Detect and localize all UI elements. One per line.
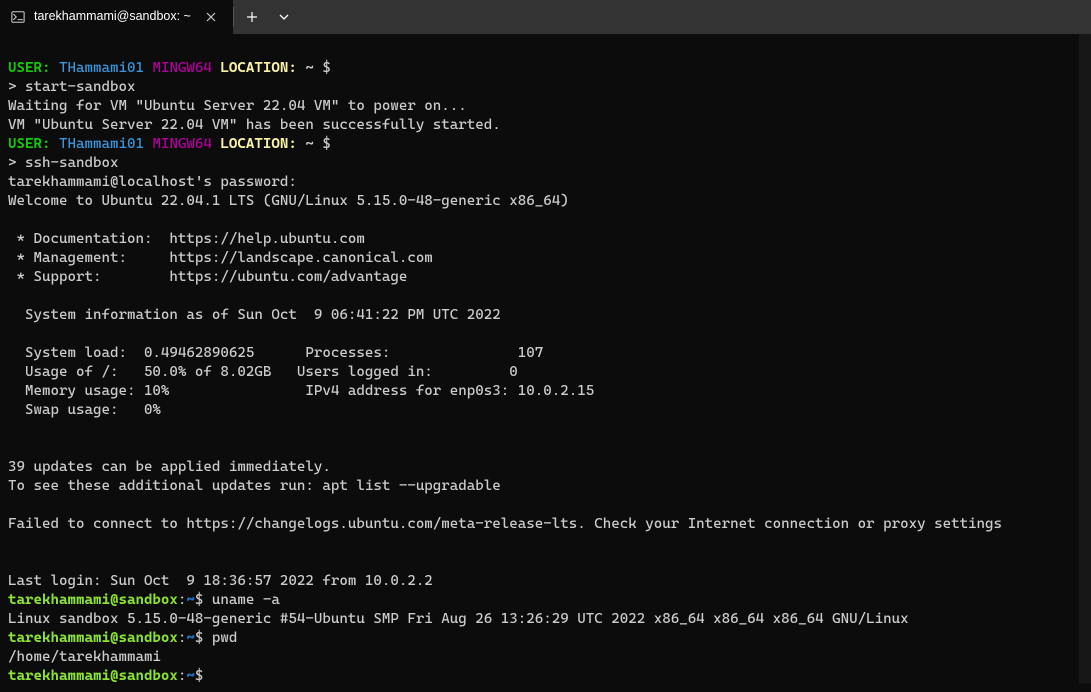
- ssh-password-prompt: tarekhammami@localhost's password:: [8, 174, 297, 190]
- ub-sigil: $: [195, 668, 204, 684]
- output-line: VM "Ubuntu Server 22.04 VM" has been suc…: [8, 117, 501, 133]
- prompt-location-label: LOCATION:: [212, 136, 297, 152]
- motd-doc: * Documentation: https://help.ubuntu.com: [8, 231, 365, 247]
- sysinfo-row: Swap usage: 0%: [8, 402, 161, 418]
- ub-path: ~: [186, 630, 195, 646]
- command-start-sandbox: > start-sandbox: [8, 79, 135, 95]
- tab-dropdown-button[interactable]: [270, 0, 298, 34]
- ubuntu-prompt-3: tarekhammami@sandbox:~$: [8, 668, 203, 684]
- prompt-user-value: THammami01: [50, 60, 143, 76]
- prompt-user-label: USER:: [8, 136, 50, 152]
- tab-title: tarekhammami@sandbox: ~: [34, 7, 191, 26]
- sysinfo-row: System load: 0.49462890625 Processes: 10…: [8, 345, 543, 361]
- prompt-line-2: USER: THammami01 MINGW64 LOCATION: ~ $: [8, 136, 331, 152]
- blank-line: [8, 326, 17, 342]
- prompt-location-value: ~: [297, 136, 323, 152]
- prompt-location-label: LOCATION:: [212, 60, 297, 76]
- tab-active[interactable]: tarekhammami@sandbox: ~: [0, 0, 233, 34]
- ubuntu-welcome: Welcome to Ubuntu 22.04.1 LTS (GNU/Linux…: [8, 193, 569, 209]
- window-titlebar: tarekhammami@sandbox: ~: [0, 0, 1091, 34]
- blank-line: [8, 535, 17, 551]
- motd-mgmt: * Management: https://landscape.canonica…: [8, 250, 433, 266]
- updates-line: To see these additional updates run: apt…: [8, 478, 501, 494]
- ub-userhost: tarekhammami@sandbox: [8, 592, 178, 608]
- ub-userhost: tarekhammami@sandbox: [8, 630, 178, 646]
- command-pwd: pwd: [203, 630, 237, 646]
- motd-support: * Support: https://ubuntu.com/advantage: [8, 269, 407, 285]
- changelog-fail: Failed to connect to https://changelogs.…: [8, 516, 1002, 532]
- prompt-user-label: USER:: [8, 60, 50, 76]
- pwd-output: /home/tarekhammami: [8, 649, 161, 665]
- prompt-sigil: $: [322, 60, 331, 76]
- sysinfo-row: Usage of /: 50.0% of 8.02GB Users logged…: [8, 364, 518, 380]
- ubuntu-prompt-1: tarekhammami@sandbox:~$ uname -a: [8, 592, 280, 608]
- sysinfo-row: Memory usage: 10% IPv4 address for enp0s…: [8, 383, 594, 399]
- ubuntu-prompt-2: tarekhammami@sandbox:~$ pwd: [8, 630, 237, 646]
- prompt-line-1: USER: THammami01 MINGW64 LOCATION: ~ $: [8, 60, 331, 76]
- last-login: Last login: Sun Oct 9 18:36:57 2022 from…: [8, 573, 433, 589]
- ub-path: ~: [186, 668, 195, 684]
- blank-line: [8, 440, 17, 456]
- terminal-icon: [10, 9, 26, 25]
- prompt-sigil: $: [322, 136, 331, 152]
- command-ssh-sandbox: > ssh-sandbox: [8, 155, 118, 171]
- ub-userhost: tarekhammami@sandbox: [8, 668, 178, 684]
- new-tab-button[interactable]: [234, 0, 270, 34]
- prompt-mingw: MINGW64: [144, 60, 212, 76]
- blank-line: [8, 554, 17, 570]
- blank-line: [8, 212, 17, 228]
- prompt-mingw: MINGW64: [144, 136, 212, 152]
- output-line: Waiting for VM "Ubuntu Server 22.04 VM" …: [8, 98, 467, 114]
- blank-line: [8, 497, 17, 513]
- tab-close-button[interactable]: [199, 5, 223, 29]
- uname-output: Linux sandbox 5.15.0-48-generic #54-Ubun…: [8, 611, 909, 627]
- ub-path: ~: [186, 592, 195, 608]
- terminal-output[interactable]: USER: THammami01 MINGW64 LOCATION: ~ $ >…: [0, 34, 1091, 692]
- command-uname: uname -a: [203, 592, 279, 608]
- blank-line: [8, 421, 17, 437]
- prompt-user-value: THammami01: [50, 136, 143, 152]
- prompt-location-value: ~: [297, 60, 323, 76]
- blank-line: [8, 288, 17, 304]
- sysinfo-header: System information as of Sun Oct 9 06:41…: [8, 307, 501, 323]
- updates-line: 39 updates can be applied immediately.: [8, 459, 331, 475]
- vertical-scrollbar[interactable]: [1079, 34, 1091, 683]
